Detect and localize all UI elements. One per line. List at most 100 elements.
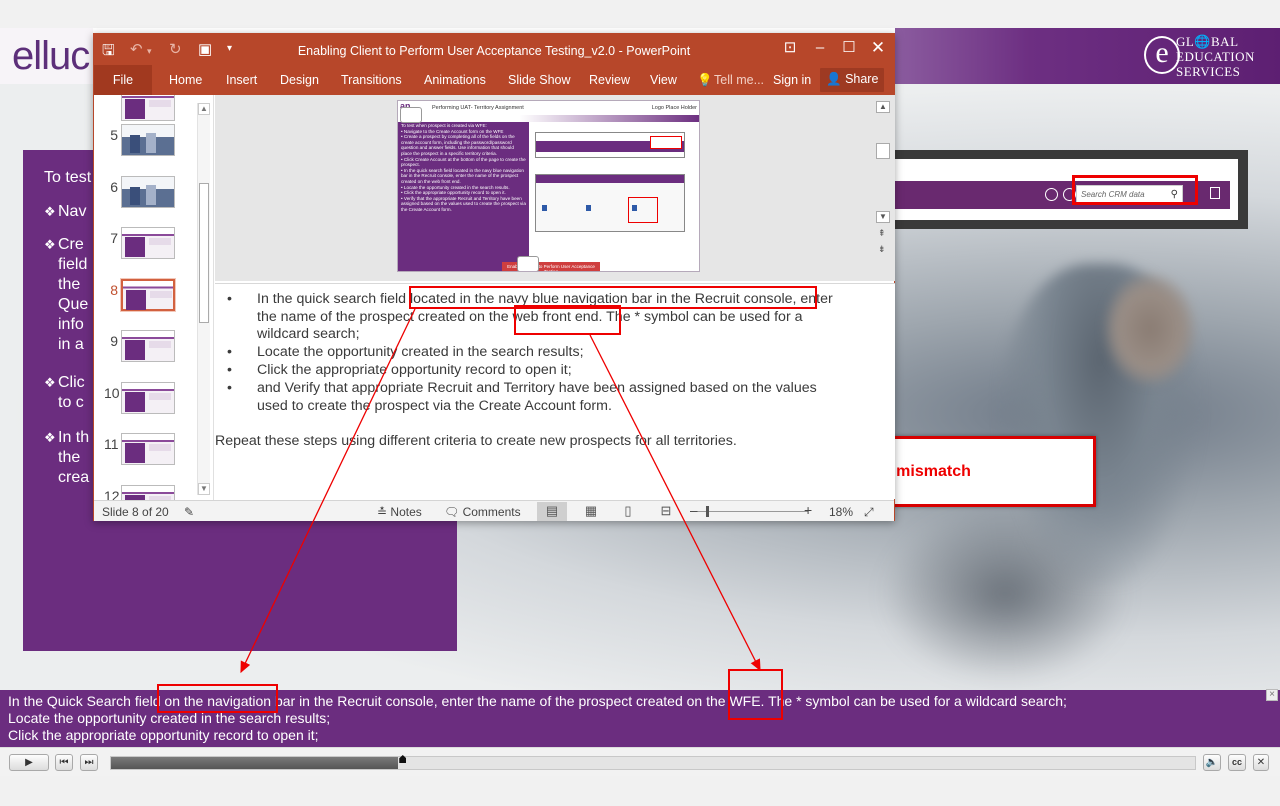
global-education-services-logo: e GL🌐BAL EDUCATION SERVICES xyxy=(1142,32,1274,80)
sign-in-link[interactable]: Sign in xyxy=(773,73,811,87)
slide-header: an Performing UAT- Territory Assignment … xyxy=(398,101,699,115)
slide-thumbnail-image xyxy=(121,484,175,500)
slide-body-line: • In the quick search field located in t… xyxy=(401,167,524,184)
normal-view-icon[interactable]: ▤ xyxy=(537,502,567,521)
notes-bullet-text: Locate the opportunity created in the se… xyxy=(257,344,584,360)
slide-scrollbar[interactable]: ▲ ▼ ⇞ ⇟ xyxy=(876,101,891,261)
scroll-up-icon[interactable]: ▲ xyxy=(876,101,890,113)
tab-review[interactable]: Review xyxy=(589,73,630,87)
zoom-slider-thumb[interactable] xyxy=(706,506,709,517)
share-button[interactable]: 👤 Share xyxy=(820,68,885,92)
panel-bullet: ❖ Clic to c xyxy=(44,373,85,413)
slide-thumbnail[interactable] xyxy=(94,95,199,127)
scroll-up-icon[interactable]: ▲ xyxy=(198,103,210,115)
slide-thumbnail-9[interactable]: 9 xyxy=(94,330,199,368)
volume-icon[interactable]: 🔈 xyxy=(1203,754,1221,771)
share-label: Share xyxy=(845,72,879,86)
exit-icon[interactable]: ✕ xyxy=(1253,754,1269,771)
highlight-web-front-end xyxy=(514,305,621,335)
tell-me-search[interactable]: Tell me... xyxy=(714,73,764,87)
tab-file[interactable]: File xyxy=(94,65,152,95)
ppt-titlebar: 🖫 ↶ ▾ ↻ ▣ ▾ Enabling Client to Perform U… xyxy=(94,34,894,65)
comment-marker-icon[interactable] xyxy=(517,256,539,271)
slide-thumbnail-7[interactable]: 7 xyxy=(94,227,199,265)
slide-screenshot-results xyxy=(535,174,685,232)
close-icon[interactable]: ✕ xyxy=(866,38,890,60)
slide-thumbnail-number: 9 xyxy=(110,333,118,349)
comment-marker-icon[interactable] xyxy=(400,107,422,123)
slide-thumbnail-11[interactable]: 11 xyxy=(94,433,199,471)
highlight-on-the-navigation xyxy=(157,684,278,713)
thumbnail-scrollbar[interactable]: ▲ ▼ xyxy=(197,103,210,495)
edit-notes-icon[interactable]: ✎ xyxy=(184,505,194,519)
progress-fill xyxy=(111,757,399,769)
zoom-level[interactable]: 18% xyxy=(829,505,853,519)
closed-caption-toggle[interactable]: cc xyxy=(1228,754,1246,771)
tab-animations[interactable]: Animations xyxy=(424,73,486,87)
notes-icon: ≛ xyxy=(377,505,388,519)
current-slide[interactable]: an Performing UAT- Territory Assignment … xyxy=(397,100,700,272)
slide-thumbnail-10[interactable]: 10 xyxy=(94,381,199,420)
next-slide-icon[interactable]: ⇟ xyxy=(878,244,886,255)
next-button[interactable]: ⏭ xyxy=(80,754,98,771)
scroll-down-icon[interactable]: ▼ xyxy=(198,483,210,495)
slide-shot-icon xyxy=(586,205,591,211)
panel-intro: To test xyxy=(44,169,92,186)
tab-view[interactable]: View xyxy=(650,73,677,87)
zoom-out-icon[interactable]: – xyxy=(690,502,698,518)
slide-thumbnail-number: 7 xyxy=(110,230,118,246)
slide-thumbnail-number: 8 xyxy=(110,281,118,298)
slide-screenshots xyxy=(529,122,699,271)
ges-line-3: SERVICES xyxy=(1176,64,1241,79)
progress-track[interactable] xyxy=(110,756,1196,770)
panel-bullet-text: Clic to c xyxy=(58,374,85,411)
slide-body-line: • Click Create Account at the bottom of … xyxy=(401,156,526,168)
scroll-down-icon[interactable]: ▼ xyxy=(876,211,890,223)
previous-slide-icon[interactable]: ⇞ xyxy=(878,228,886,239)
slide-thumbnail-5[interactable]: 5 xyxy=(94,124,199,162)
notes-toggle[interactable]: ≛ Notes xyxy=(377,505,422,519)
window-title: Enabling Client to Perform User Acceptan… xyxy=(297,44,691,58)
slide-screenshot-navbar xyxy=(535,132,685,158)
tab-insert[interactable]: Insert xyxy=(226,73,257,87)
menu-icon xyxy=(1210,187,1220,199)
panel-bullet: ❖ Cre field the Que info in a xyxy=(44,235,88,355)
slide-thumbnail-6[interactable]: 6 xyxy=(94,175,199,214)
scroll-thumb[interactable] xyxy=(876,143,890,159)
slide-sorter-icon[interactable]: ▦ xyxy=(576,502,606,521)
play-button[interactable]: ▶ xyxy=(9,754,49,771)
slide-shot-icon xyxy=(542,205,547,211)
ribbon-display-icon[interactable]: ⊡ xyxy=(778,38,802,60)
bullet-dot: • xyxy=(227,344,232,360)
thumb-image xyxy=(121,95,175,121)
tab-transitions[interactable]: Transitions xyxy=(341,73,402,87)
slide-thumbnail-12[interactable]: 12 xyxy=(94,484,199,500)
bg-photo-head xyxy=(1105,274,1195,384)
ges-logo-text: GL🌐BAL EDUCATION SERVICES xyxy=(1176,34,1255,79)
caption-line: Click the appropriate opportunity record… xyxy=(8,727,319,743)
comments-toggle[interactable]: 🗨 Comments xyxy=(444,505,521,519)
slide-thumbnail-number: 10 xyxy=(104,384,120,401)
slideshow-view-icon[interactable]: ⊟ xyxy=(651,502,681,521)
fit-to-window-icon[interactable]: ⤢ xyxy=(864,505,874,520)
zoom-slider[interactable] xyxy=(698,511,808,512)
zoom-in-icon[interactable]: + xyxy=(804,502,812,518)
scroll-thumb[interactable] xyxy=(199,183,209,323)
diamond-bullet-icon: ❖ xyxy=(44,237,56,252)
tab-design[interactable]: Design xyxy=(280,73,319,87)
slide-thumbnail-8[interactable]: 8 xyxy=(94,277,199,317)
previous-button[interactable]: ⏮ xyxy=(55,754,73,771)
maximize-icon[interactable]: ☐ xyxy=(837,38,861,60)
close-captions-icon[interactable]: × xyxy=(1266,689,1278,701)
slide-shot-bar xyxy=(536,175,684,183)
slide-thumbnail-pane: 5 6 7 8 9 10 11 12 ▲ ▼ xyxy=(94,95,214,500)
minimize-icon[interactable]: – xyxy=(808,38,832,60)
slide-thumbnail-image xyxy=(120,277,176,312)
tab-slide-show[interactable]: Slide Show xyxy=(508,73,571,87)
notes-bullet-text: Click the appropriate opportunity record… xyxy=(257,362,572,378)
tab-home[interactable]: Home xyxy=(169,73,202,87)
playback-bar: ▶ ⏮ ⏭ 🔈 cc ✕ xyxy=(0,747,1280,776)
reading-view-icon[interactable]: ▯ xyxy=(613,502,643,521)
slide-body-text: To test when prospect is created via WFE… xyxy=(398,122,529,271)
slide-thumbnail-image xyxy=(121,175,175,208)
